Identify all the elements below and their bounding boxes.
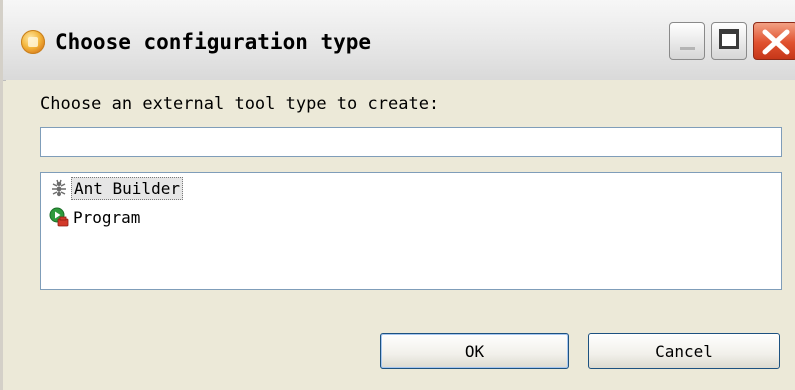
list-item-label: Ant Builder <box>71 176 183 200</box>
minimize-icon <box>680 47 695 50</box>
cancel-button[interactable]: Cancel <box>588 333 780 369</box>
filter-input[interactable] <box>40 127 782 157</box>
dialog-window: Choose configuration type Choose an exte… <box>0 0 795 390</box>
prompt-label: Choose an external tool type to create: <box>40 94 440 114</box>
list-item-ant-builder[interactable]: Ant Builder <box>49 176 183 200</box>
minimize-button[interactable] <box>669 22 705 60</box>
window-title: Choose configuration type <box>55 30 372 54</box>
eclipse-app-icon <box>21 30 45 54</box>
ant-icon <box>49 178 69 198</box>
maximize-button[interactable] <box>711 22 747 60</box>
ok-button[interactable]: OK <box>380 333 569 369</box>
close-button[interactable] <box>753 22 795 60</box>
close-icon <box>762 29 790 55</box>
program-launch-icon <box>49 207 69 227</box>
maximize-icon <box>719 29 739 49</box>
list-item-label: Program <box>73 207 141 227</box>
dialog-content: Choose an external tool type to create: <box>6 80 795 390</box>
title-bar[interactable]: Choose configuration type <box>3 0 795 81</box>
list-item-program[interactable]: Program <box>49 206 142 228</box>
tool-type-list[interactable]: Ant Builder Program <box>40 172 782 290</box>
